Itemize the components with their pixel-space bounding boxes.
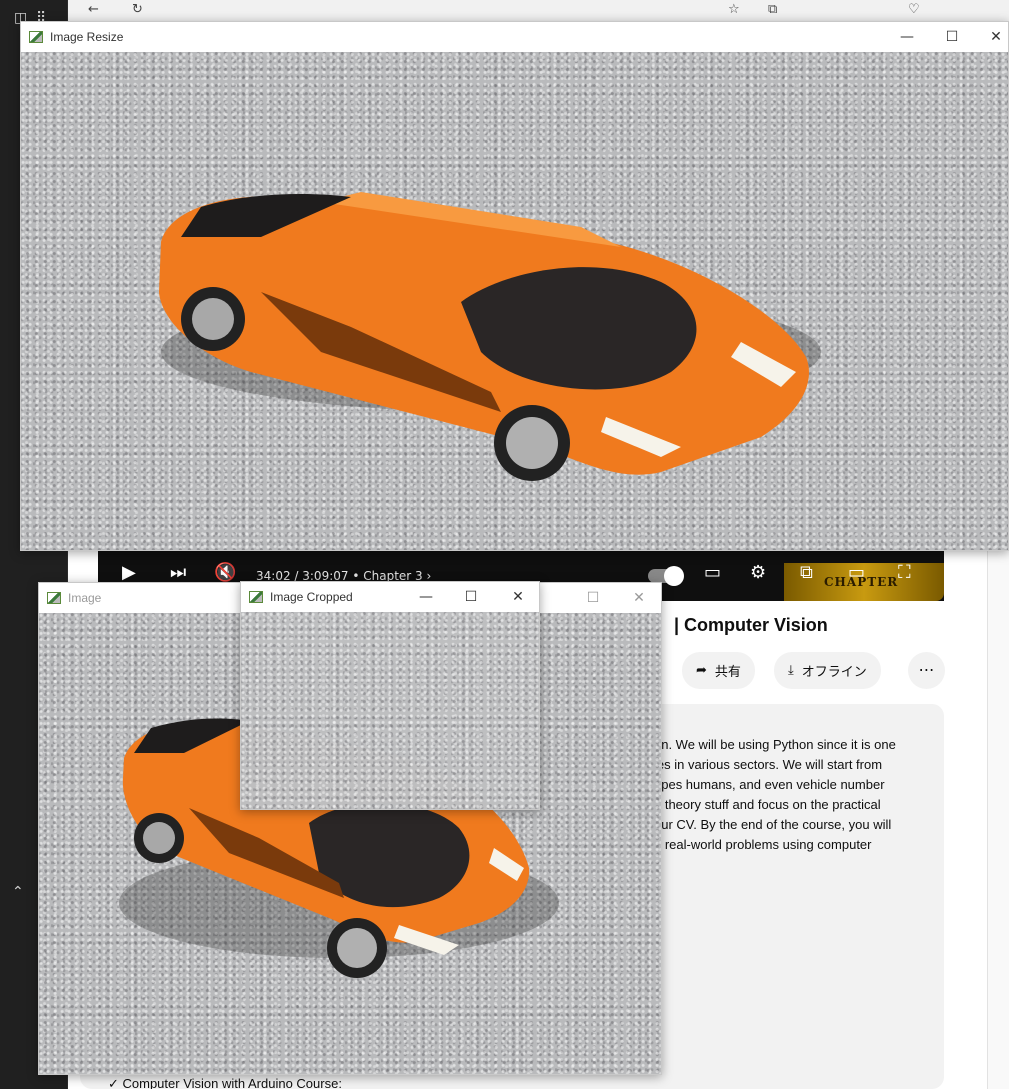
video-title: | Computer Vision bbox=[674, 615, 828, 635]
share-button[interactable]: ➦ 共有 bbox=[682, 652, 755, 689]
image-cropped-titlebar[interactable]: Image Cropped — ☐ ✕ bbox=[241, 582, 539, 612]
theater-icon[interactable]: ▭ bbox=[848, 562, 865, 584]
cropped-image-canvas bbox=[241, 612, 539, 809]
window-title: Image Cropped bbox=[270, 590, 353, 604]
miniplayer-icon[interactable]: ⧉ bbox=[800, 562, 813, 584]
subtitles-icon[interactable]: ▭ bbox=[704, 562, 721, 584]
resized-image-canvas bbox=[21, 52, 1008, 550]
image-resize-window: Image Resize — ☐ ✕ bbox=[20, 21, 1009, 551]
autoplay-toggle[interactable] bbox=[648, 566, 684, 586]
mute-icon[interactable]: 🔇 bbox=[214, 562, 236, 584]
offline-download-button[interactable]: ⤓ オフライン bbox=[774, 652, 881, 689]
close-button[interactable]: ✕ bbox=[503, 587, 533, 607]
maximize-button[interactable]: ☐ bbox=[578, 588, 608, 608]
description-line: g theory stuff and focus on the practica… bbox=[654, 797, 881, 812]
minimize-button[interactable]: — bbox=[411, 587, 441, 607]
star-icon[interactable]: ☆ bbox=[728, 2, 740, 17]
settings-icon[interactable]: ⚙ bbox=[750, 562, 766, 584]
maximize-button[interactable]: ☐ bbox=[937, 27, 967, 47]
next-icon[interactable]: ⏭ bbox=[170, 562, 186, 584]
description-line: e real-world problems using computer bbox=[654, 837, 872, 852]
download-icon: ⤓ bbox=[788, 663, 794, 678]
share-icon: ➦ bbox=[696, 663, 707, 678]
browser-toolbar: ← ↻ ☆ ⧉ ♡ bbox=[68, 0, 1009, 22]
window-title: Image Resize bbox=[50, 30, 124, 44]
app-icon bbox=[29, 31, 43, 43]
car-image bbox=[159, 192, 821, 481]
description-line: apes humans, and even vehicle number bbox=[654, 777, 885, 792]
maximize-button[interactable]: ☐ bbox=[456, 587, 486, 607]
app-icon bbox=[249, 591, 263, 603]
image-cropped-window: Image Cropped — ☐ ✕ bbox=[240, 581, 540, 810]
chevron-up-icon[interactable]: ⌃ bbox=[12, 884, 24, 900]
extensions-icon[interactable]: ⧉ bbox=[768, 2, 777, 17]
close-button[interactable]: ✕ bbox=[981, 27, 1009, 47]
description-footer: ✓ Computer Vision with Arduino Course: bbox=[108, 1076, 342, 1089]
description-line: on. We will be using Python since it is … bbox=[654, 737, 896, 752]
back-icon[interactable]: ← bbox=[88, 2, 99, 17]
fullscreen-icon[interactable]: ⛶ bbox=[898, 562, 911, 584]
refresh-icon[interactable]: ↻ bbox=[132, 2, 143, 17]
description-line: our CV. By the end of the course, you wi… bbox=[654, 817, 892, 832]
app-icon bbox=[47, 592, 61, 604]
minimize-button[interactable]: — bbox=[892, 27, 922, 47]
window-title: Image bbox=[68, 591, 102, 605]
close-button[interactable]: ✕ bbox=[624, 588, 654, 608]
play-icon[interactable]: ▶ bbox=[122, 562, 136, 584]
description-line: ies in various sectors. We will start fr… bbox=[654, 757, 883, 772]
more-actions-button[interactable]: ⋯ bbox=[908, 652, 945, 689]
share-label: 共有 bbox=[714, 665, 741, 680]
image-resize-titlebar[interactable]: Image Resize — ☐ ✕ bbox=[21, 22, 1008, 52]
page-scrollbar[interactable] bbox=[987, 550, 1009, 1089]
offline-label: オフライン bbox=[801, 665, 867, 680]
favorites-icon[interactable]: ♡ bbox=[908, 2, 920, 17]
